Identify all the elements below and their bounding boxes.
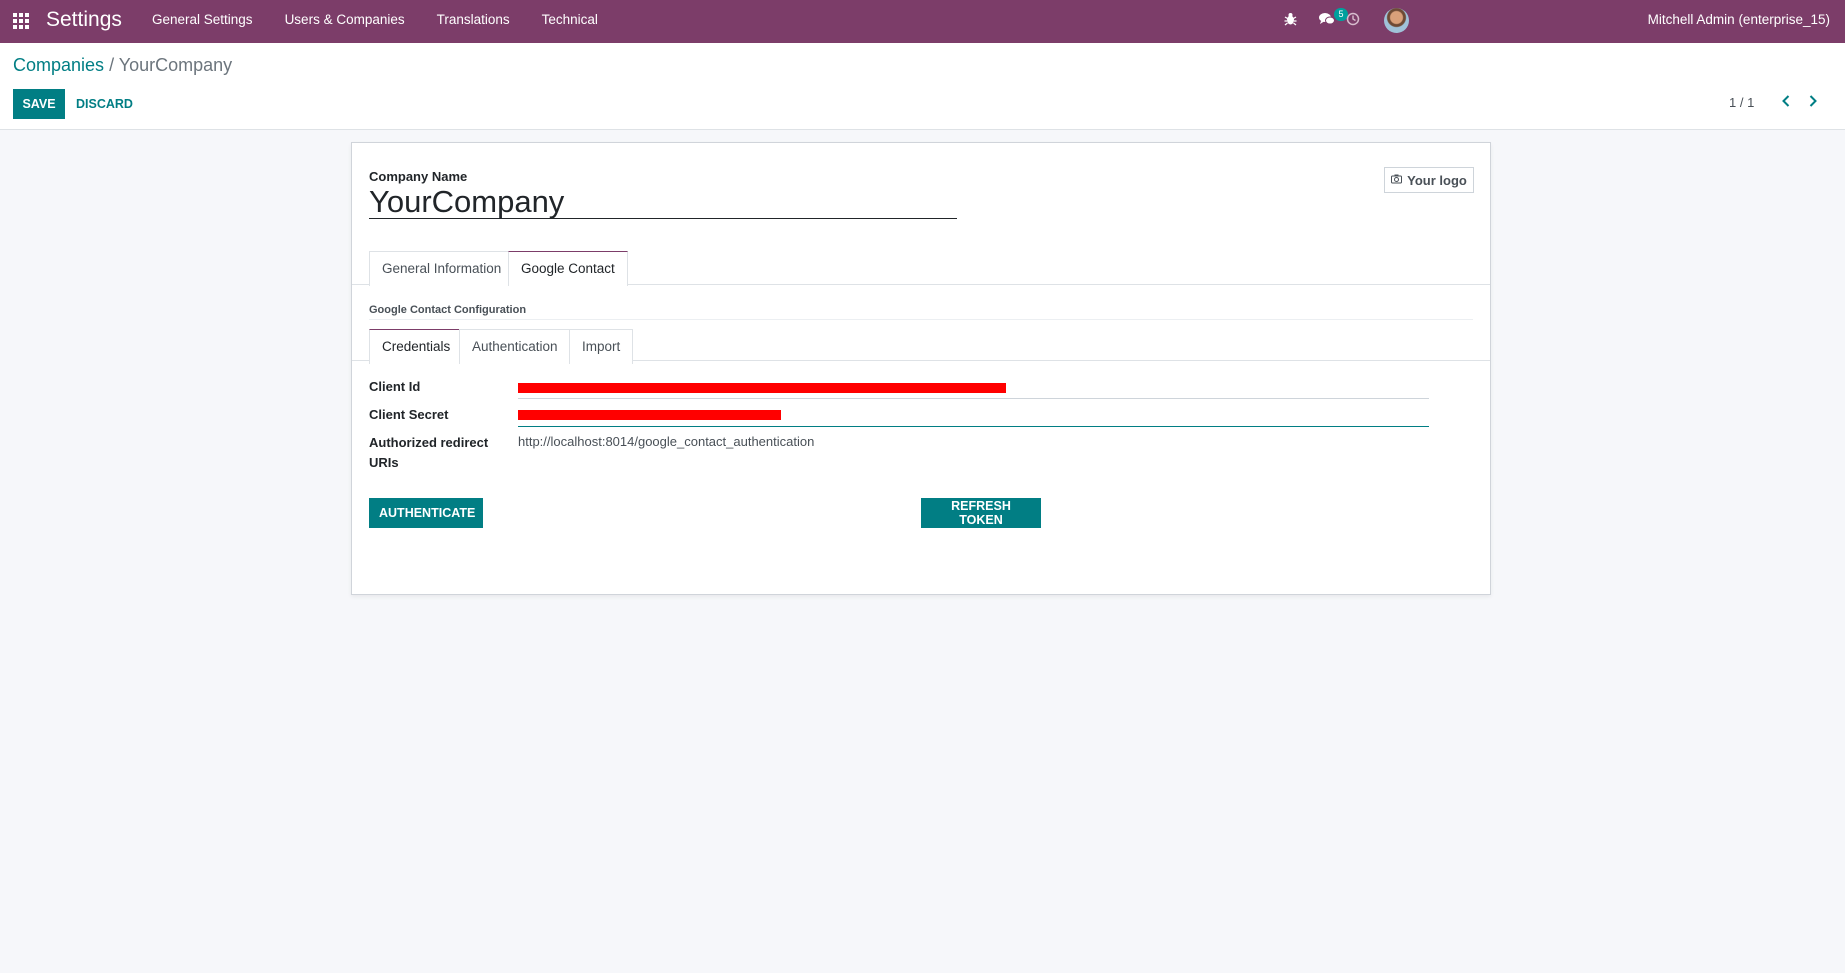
- control-panel: Companies / YourCompany SAVE DISCARD 1 /…: [0, 43, 1845, 130]
- activity-clock-icon[interactable]: [1346, 12, 1360, 29]
- camera-icon: [1391, 174, 1403, 187]
- company-name-label: Company Name: [369, 169, 468, 184]
- save-button[interactable]: SAVE: [13, 89, 65, 119]
- tab-credentials[interactable]: Credentials: [369, 329, 464, 364]
- refresh-token-button[interactable]: REFRESH TOKEN: [921, 498, 1041, 528]
- breadcrumb-companies-link[interactable]: Companies: [13, 55, 104, 75]
- menu-item-users-companies[interactable]: Users & Companies: [285, 0, 405, 43]
- sub-tabs: Credentials Authentication Import: [352, 329, 1490, 364]
- tab-google-contact[interactable]: Google Contact: [508, 251, 628, 286]
- tab-general-information[interactable]: General Information: [369, 251, 515, 286]
- debug-bug-icon[interactable]: [1284, 12, 1297, 29]
- messages-chat-icon[interactable]: [1319, 12, 1335, 29]
- menu-item-general-settings[interactable]: General Settings: [152, 0, 253, 43]
- logo-upload-button[interactable]: Your logo: [1384, 167, 1474, 193]
- main-tabs: General Information Google Contact: [352, 251, 1490, 286]
- user-menu-name[interactable]: Mitchell Admin (enterprise_15): [1648, 12, 1830, 27]
- section-divider: [369, 319, 1473, 320]
- top-navbar: Settings General Settings Users & Compan…: [0, 0, 1845, 43]
- redirect-uris-label: Authorized redirect URIs: [369, 435, 489, 470]
- pager-value[interactable]: 1 / 1: [1729, 95, 1754, 110]
- apps-menu-icon[interactable]: [13, 13, 29, 29]
- client-id-redaction: [518, 383, 1006, 393]
- discard-button[interactable]: DISCARD: [76, 89, 133, 119]
- pager-next-icon[interactable]: [1803, 91, 1823, 113]
- authenticate-button[interactable]: AUTHENTICATE: [369, 498, 483, 528]
- form-sheet: Company Name Your logo General Informati…: [351, 142, 1491, 595]
- tab-authentication[interactable]: Authentication: [459, 329, 571, 364]
- breadcrumb: Companies / YourCompany: [13, 55, 232, 76]
- pager-previous-icon[interactable]: [1776, 91, 1796, 113]
- section-title: Google Contact Configuration: [369, 304, 527, 316]
- user-avatar[interactable]: [1384, 8, 1409, 33]
- menu-item-translations[interactable]: Translations: [437, 0, 510, 43]
- app-brand[interactable]: Settings: [46, 8, 122, 32]
- client-secret-redaction: [518, 410, 781, 420]
- menu-item-technical[interactable]: Technical: [542, 0, 598, 43]
- main-menu: General Settings Users & Companies Trans…: [152, 0, 630, 43]
- breadcrumb-current: YourCompany: [118, 55, 233, 75]
- client-secret-label: Client Secret: [369, 407, 449, 422]
- company-name-input[interactable]: [369, 185, 957, 219]
- breadcrumb-separator: /: [109, 55, 115, 75]
- client-id-label: Client Id: [369, 379, 421, 394]
- logo-button-label: Your logo: [1407, 172, 1467, 188]
- tab-import[interactable]: Import: [569, 329, 634, 364]
- redirect-uris-value: http://localhost:8014/google_contact_aut…: [518, 434, 815, 449]
